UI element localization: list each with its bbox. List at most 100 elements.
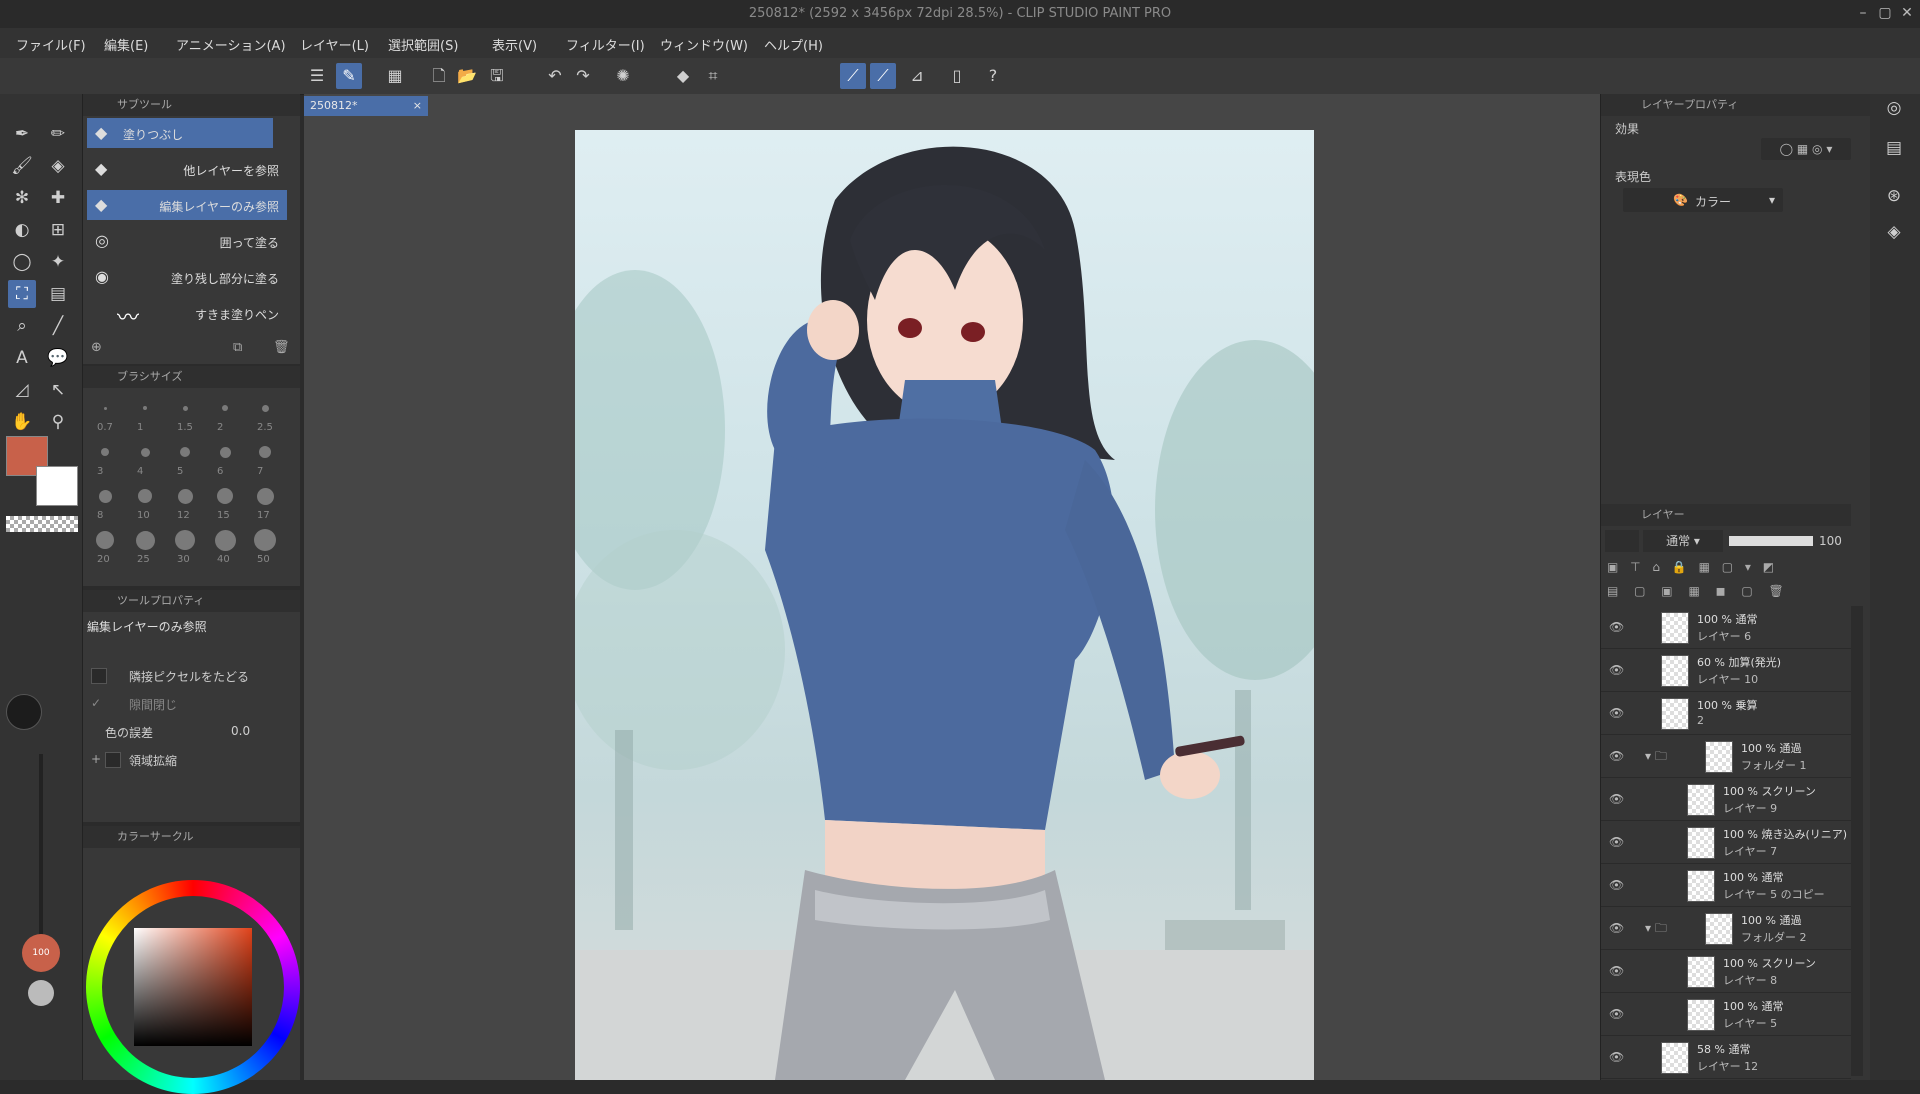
undo-icon[interactable]: ↶ xyxy=(542,63,568,89)
option-follow-adjacent[interactable]: 隣接ピクセルをたどる xyxy=(91,664,291,688)
opacity-slider[interactable] xyxy=(1729,536,1813,546)
layer-row[interactable]: 👁 100 % 焼き込み(リニア) レイヤー 7 xyxy=(1601,821,1851,864)
subtool-item-paint-unfilled[interactable]: ◉ 塗り残し部分に塗る xyxy=(87,262,287,292)
layer-row[interactable]: 👁 100 % 通常 レイヤー 5 xyxy=(1601,993,1851,1036)
help-icon[interactable]: ? xyxy=(980,63,1006,89)
folder-icon[interactable]: ▾ 🗀 xyxy=(1645,919,1667,940)
eye-icon[interactable]: 👁 xyxy=(1609,964,1624,978)
brush-size-chip[interactable] xyxy=(96,531,114,549)
brush-size-chip[interactable] xyxy=(254,529,276,551)
gradient-icon[interactable]: ▤ xyxy=(44,280,72,308)
layer-row[interactable]: 👁 ▾ 🗀 100 % 通過 フォルダー 2 xyxy=(1601,907,1851,950)
crop-icon[interactable]: ⌗ xyxy=(700,63,726,89)
layer-row[interactable]: 👁 100 % スクリーン レイヤー 9 xyxy=(1601,778,1851,821)
subtool-item-refer-other[interactable]: ◆ 他レイヤーを参照 xyxy=(87,154,287,184)
brush-size-chip[interactable] xyxy=(98,489,112,503)
blend-mode-select[interactable]: 通常 ▾ xyxy=(1643,530,1723,552)
text-icon[interactable]: A xyxy=(8,344,36,372)
brush-size-chip[interactable] xyxy=(261,404,269,412)
menu-file[interactable]: ファイル(F) xyxy=(16,35,86,54)
size-slider-track[interactable] xyxy=(39,754,43,934)
pencil-icon[interactable]: ✏ xyxy=(44,120,72,148)
close-icon[interactable]: ✕ xyxy=(1898,4,1916,22)
brush-size-chip[interactable] xyxy=(222,405,228,411)
brush-icon[interactable]: 🖌 xyxy=(8,152,36,180)
brush-size-chip[interactable] xyxy=(219,446,231,458)
subtool-item-refer-editing[interactable]: ◆ 編集レイヤーのみ参照 xyxy=(87,190,287,220)
ruler-icon[interactable]: ◿ xyxy=(8,376,36,404)
fill-bucket-icon[interactable]: ⛶ xyxy=(8,280,36,308)
open-folder-icon[interactable]: 📂 xyxy=(454,63,480,89)
expression-color-select[interactable]: 🎨 カラー ▾ xyxy=(1623,188,1783,212)
menu-animation[interactable]: アニメーション(A) xyxy=(176,35,286,54)
option-close-gap[interactable]: ✓ 隙間閉じ xyxy=(91,692,291,716)
add-subtool-icon[interactable]: ⊕ xyxy=(91,340,102,355)
menu-view[interactable]: 表示(V) xyxy=(492,35,537,54)
eraser-icon[interactable]: ◈ xyxy=(44,152,72,180)
brush-size-chip[interactable] xyxy=(175,530,195,550)
eye-icon[interactable]: 👁 xyxy=(1609,835,1624,849)
fill-icon[interactable]: ◆ xyxy=(670,63,696,89)
minimize-icon[interactable]: – xyxy=(1854,4,1872,22)
artwork-canvas[interactable] xyxy=(575,130,1314,1080)
layer-scrollbar[interactable] xyxy=(1851,606,1863,1076)
brush-size-chip[interactable] xyxy=(138,489,152,503)
menu-window[interactable]: ウィンドウ(W) xyxy=(660,35,748,54)
lock-select[interactable] xyxy=(1605,530,1639,552)
snap-grid-icon[interactable]: ⊿ xyxy=(904,63,930,89)
frame-icon[interactable]: ⊞ xyxy=(44,216,72,244)
eye-icon[interactable]: 👁 xyxy=(1609,706,1624,720)
brush-size-chip[interactable] xyxy=(103,406,107,410)
layer-row[interactable]: 👁 100 % 乗算 2 xyxy=(1601,692,1851,735)
option-area-scaling[interactable]: + 領域拡縮 xyxy=(91,748,291,772)
layer-search-icon[interactable]: ⊛ xyxy=(1880,182,1908,210)
layer-row[interactable]: 👁 60 % 加算(発光) レイヤー 10 xyxy=(1601,649,1851,692)
hand-icon[interactable]: ✋ xyxy=(8,408,36,436)
brush-size-chip[interactable] xyxy=(177,488,193,504)
sub-color-swatch[interactable] xyxy=(36,466,78,506)
layer-row[interactable]: 👁 ▾ 🗀 100 % 通過 フォルダー 1 xyxy=(1601,735,1851,778)
snap-special-ruler-icon[interactable]: ⟋ xyxy=(870,63,896,89)
menu-help[interactable]: ヘルプ(H) xyxy=(764,35,823,54)
option-value[interactable]: 0.0 xyxy=(231,724,250,738)
option-color-margin[interactable]: 色の誤差 0.0 xyxy=(91,720,291,744)
layer-row[interactable]: 👁 58 % 通常 レイヤー 12 xyxy=(1601,1036,1851,1079)
balloon-icon[interactable]: 💬 xyxy=(44,344,72,372)
zoom-icon[interactable]: ⌕ xyxy=(8,312,36,340)
close-tab-icon[interactable]: × xyxy=(413,96,422,116)
layer-tools-row[interactable]: ▣ ⊤ ⌂ 🔒 ▦ ▢ ▾ ◩ xyxy=(1607,560,1778,574)
menu-selection[interactable]: 選択範囲(S) xyxy=(388,35,458,54)
new-file-icon[interactable]: 🗋 xyxy=(426,63,452,89)
layer-stack-icon[interactable]: ◈ xyxy=(1880,218,1908,246)
layer-row[interactable]: 👁 100 % スクリーン レイヤー 8 xyxy=(1601,950,1851,993)
material-icon[interactable]: ▤ xyxy=(1880,134,1908,162)
decoration-icon[interactable]: ✻ xyxy=(8,184,36,212)
subtool-item-gap-pen[interactable]: 〰 すきま塗りペン xyxy=(87,298,287,331)
eyedropper-icon[interactable]: ⚲ xyxy=(44,408,72,436)
brush-size-chip[interactable] xyxy=(259,446,271,458)
redo-icon[interactable]: ↷ xyxy=(570,63,596,89)
opacity-knob[interactable] xyxy=(28,980,54,1006)
device-icon[interactable]: ▯ xyxy=(944,63,970,89)
eye-icon[interactable]: 👁 xyxy=(1609,620,1624,634)
eye-icon[interactable]: 👁 xyxy=(1609,878,1624,892)
subtool-item-fill[interactable]: ◆ 塗りつぶし xyxy=(87,118,273,148)
eye-icon[interactable]: 👁 xyxy=(1609,792,1624,806)
checkbox[interactable] xyxy=(91,668,107,684)
brush-size-chip[interactable] xyxy=(217,488,233,504)
saturation-value-square[interactable] xyxy=(134,928,252,1046)
menu-filter[interactable]: フィルター(I) xyxy=(566,35,645,54)
settings-icon[interactable]: ✺ xyxy=(610,63,636,89)
line-icon[interactable]: ╱ xyxy=(44,312,72,340)
menu-list-icon[interactable]: ☰ xyxy=(304,63,330,89)
snap-ruler-icon[interactable]: ⟋ xyxy=(840,63,866,89)
brush-size-chip[interactable] xyxy=(101,448,109,456)
folder-icon[interactable]: ▾ 🗀 xyxy=(1645,747,1667,768)
eye-icon[interactable]: 👁 xyxy=(1609,749,1624,763)
document-tab[interactable]: 250812* × xyxy=(304,96,428,116)
brush-size-chip[interactable] xyxy=(182,405,188,411)
checkbox[interactable] xyxy=(105,752,121,768)
brush-size-chip[interactable] xyxy=(180,447,190,457)
layer-row[interactable]: 👁 100 % 通常 レイヤー 6 xyxy=(1601,606,1851,649)
duplicate-subtool-icon[interactable]: ⧉ xyxy=(233,340,242,355)
